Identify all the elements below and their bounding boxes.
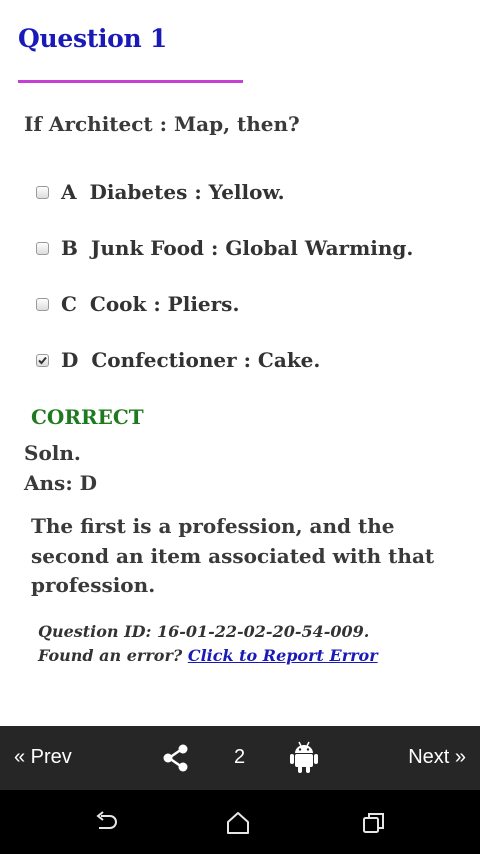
page-number: 2: [234, 746, 246, 768]
option-text: Confectioner : Cake.: [91, 348, 321, 372]
solution-explanation: The first is a profession, and the secon…: [31, 514, 435, 597]
checkmark-icon: [38, 356, 47, 364]
question-text: If Architect : Map, then?: [24, 112, 300, 136]
question-title: Question 1: [18, 24, 167, 53]
question-meta: Question ID: 16-01-22-02-20-54-009. Foun…: [38, 620, 378, 668]
recent-apps-icon[interactable]: [360, 810, 388, 836]
error-prompt: Found an error?: [38, 646, 183, 665]
checkbox-c[interactable]: [36, 297, 49, 311]
bottom-toolbar: « Prev 2 Next »: [0, 726, 480, 790]
share-icon[interactable]: [161, 743, 191, 773]
report-error-link[interactable]: Click to Report Error: [188, 646, 378, 665]
option-a[interactable]: A Diabetes : Yellow.: [36, 180, 285, 204]
android-icon[interactable]: [289, 740, 319, 774]
option-letter: C: [61, 292, 77, 316]
option-text: Diabetes : Yellow.: [89, 180, 285, 204]
back-icon[interactable]: [93, 810, 121, 836]
option-d[interactable]: D Confectioner : Cake.: [36, 348, 320, 372]
option-text: Junk Food : Global Warming.: [90, 236, 414, 260]
system-nav-bar: [0, 790, 480, 854]
home-icon[interactable]: [224, 810, 252, 836]
option-letter: D: [61, 348, 79, 372]
prev-button[interactable]: « Prev: [14, 746, 72, 769]
solution-label: Soln.: [24, 441, 81, 465]
option-text: Cook : Pliers.: [89, 292, 240, 316]
question-id: Question ID: 16-01-22-02-20-54-009.: [38, 622, 370, 641]
checkbox-b[interactable]: [36, 241, 49, 255]
option-letter: B: [61, 236, 78, 260]
next-button[interactable]: Next »: [408, 746, 466, 769]
answer-label: Ans: D: [24, 471, 98, 495]
result-status: CORRECT: [31, 405, 144, 429]
question-content: Question 1 If Architect : Map, then? A D…: [0, 0, 480, 726]
error-line: Found an error? Click to Report Error: [38, 644, 378, 668]
option-b[interactable]: B Junk Food : Global Warming.: [36, 236, 413, 260]
option-c[interactable]: C Cook : Pliers.: [36, 292, 239, 316]
option-letter: A: [61, 180, 77, 204]
title-underline: [18, 80, 243, 83]
checkbox-d[interactable]: [36, 353, 49, 367]
checkbox-a[interactable]: [36, 185, 49, 199]
